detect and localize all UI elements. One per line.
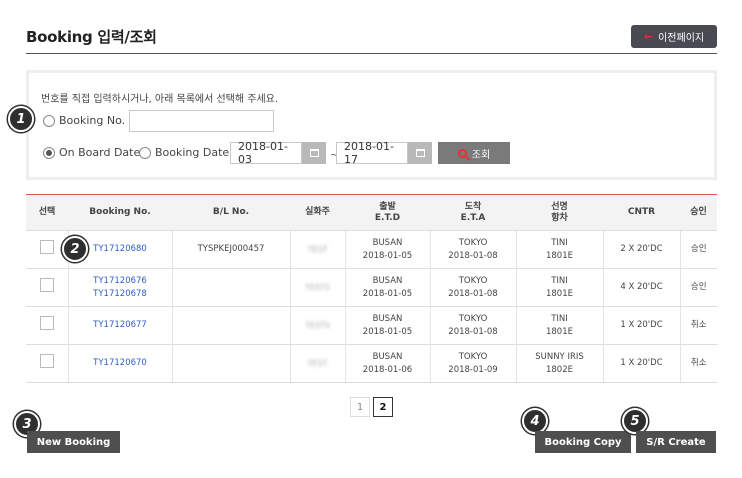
shipper-cell: TESTS (305, 320, 330, 330)
shipper-cell: TESTS (305, 282, 330, 292)
back-button-label: 이전페이지 (658, 33, 705, 44)
row-checkbox[interactable] (39, 240, 54, 254)
shipper-cell: TEST (307, 358, 328, 368)
header-vessel: 선명 항차 (516, 194, 603, 231)
row-checkbox[interactable] (39, 316, 54, 330)
eta-cell: TOKYO 2018-01-09 (429, 344, 516, 383)
vessel-cell: SUNNY IRIS 1802E (515, 344, 603, 383)
booking-table: 선택 Booking No. B/L No. 실화주 출발 E.T.D 도착 E.T… (26, 194, 717, 383)
cntr-cell: 1 X 20'DC (602, 306, 680, 345)
header-status: 승인 (680, 194, 717, 231)
radio-booking-date[interactable]: Booking Date (139, 146, 229, 159)
pagination: 1 2 (350, 397, 393, 417)
booking-copy-button[interactable]: Booking Copy (535, 431, 631, 453)
etd-cell: BUSAN 2018-01-06 (344, 344, 430, 383)
status-cell: 취소 (679, 344, 717, 383)
eta-cell: TOKYO 2018-01-08 (429, 306, 516, 345)
radio-circle-icon (43, 114, 55, 127)
callout-badge-1: 1 (8, 106, 34, 132)
status-cell: 취소 (679, 306, 717, 345)
cntr-cell: 4 X 20'DC (602, 268, 680, 307)
date-to-input[interactable]: 2018-01-17 (336, 140, 408, 166)
header-select: 선택 (26, 194, 68, 231)
booking-no-link[interactable]: TY17120676 (93, 276, 147, 286)
search-hint: 번호를 직접 입력하시거나, 아래 목록에서 선택해 주세요. (41, 94, 279, 105)
callout-badge-2: 2 (62, 236, 88, 262)
calendar-icon (415, 149, 425, 157)
cntr-cell: 1 X 20'DC (602, 344, 680, 383)
row-checkbox[interactable] (39, 354, 54, 368)
calendar-icon (309, 149, 319, 157)
vessel-cell: TINI 1801E (515, 306, 603, 345)
date-from-calendar-button[interactable] (302, 142, 326, 164)
page-title: Booking 입력/조회 (26, 28, 157, 46)
eta-cell: TOKYO 2018-01-08 (429, 230, 516, 269)
table-row: TY17120676 TY17120678 TESTS BUSAN 2018-01-… (26, 268, 717, 307)
bl-no-cell (171, 344, 290, 383)
row-checkbox[interactable] (39, 278, 54, 292)
search-panel: 번호를 직접 입력하시거나, 아래 목록에서 선택해 주세요. Booking … (26, 70, 717, 180)
etd-cell: BUSAN 2018-01-05 (344, 306, 430, 345)
sr-create-button[interactable]: S/R Create (636, 431, 716, 453)
vessel-cell: TINI 1801E (515, 230, 603, 269)
cntr-cell: 2 X 20'DC (602, 230, 680, 269)
new-booking-button[interactable]: New Booking (27, 431, 120, 453)
search-button[interactable]: 조회 (438, 142, 510, 164)
booking-no-input[interactable] (129, 110, 274, 132)
etd-cell: BUSAN 2018-01-05 (344, 230, 430, 269)
radio-on-board-label: On Board Date (59, 146, 141, 159)
search-button-label: 조회 (471, 149, 491, 161)
booking-no-link[interactable]: TY17120670 (93, 358, 147, 368)
bl-no-cell: TYSPKEJ000457 (171, 230, 290, 269)
header-booking-no: Booking No. (68, 194, 172, 231)
radio-booking-no[interactable]: Booking No. (43, 114, 125, 127)
header-arrival: 도착 E.T.A (430, 194, 516, 231)
booking-no-link[interactable]: TY17120678 (93, 289, 147, 299)
status-cell: 승인 (679, 230, 717, 269)
booking-no-cell: TY17120676 TY17120678 (67, 268, 172, 307)
date-to-calendar-button[interactable] (408, 142, 432, 164)
vessel-cell: TINI 1801E (515, 268, 603, 307)
radio-circle-icon (139, 146, 151, 159)
booking-no-link[interactable]: TY17120677 (93, 320, 147, 330)
radio-booking-date-label: Booking Date (155, 146, 230, 159)
header-cntr: CNTR (603, 194, 680, 231)
title-divider (26, 53, 717, 54)
table-row: TY17120677 TESTS BUSAN 2018-01-05 TOKYO 20… (26, 306, 717, 345)
bl-no-cell (171, 268, 290, 307)
eta-cell: TOKYO 2018-01-08 (429, 268, 516, 307)
table-row: TY17120670 TEST BUSAN 2018-01-06 TOKYO 201… (26, 344, 717, 383)
header-shipper: 실화주 (290, 194, 345, 231)
etd-cell: BUSAN 2018-01-05 (344, 268, 430, 307)
radio-checked-icon (43, 146, 55, 159)
shipper-cell: TEST (307, 244, 328, 254)
table-row: TY17120680 TYSPKEJ000457 TEST BUSAN 2018-… (26, 230, 717, 269)
radio-booking-no-label: Booking No. (59, 114, 126, 127)
table-header-row: 선택 Booking No. B/L No. 실화주 출발 E.T.D 도착 E.T… (26, 194, 717, 231)
page-2-button[interactable]: 2 (373, 397, 393, 417)
page-1-button[interactable]: 1 (350, 397, 370, 417)
status-cell: 승인 (679, 268, 717, 307)
back-arrow-icon: ← (643, 30, 654, 43)
radio-on-board-date[interactable]: On Board Date (43, 146, 140, 159)
booking-no-link[interactable]: TY17120680 (93, 244, 147, 254)
search-icon (457, 148, 467, 158)
header-bl-no: B/L No. (172, 194, 290, 231)
back-button[interactable]: ← 이전페이지 (631, 25, 717, 48)
header-departure: 출발 E.T.D (345, 194, 430, 231)
date-from-input[interactable]: 2018-01-03 (230, 140, 302, 166)
bl-no-cell (171, 306, 290, 345)
